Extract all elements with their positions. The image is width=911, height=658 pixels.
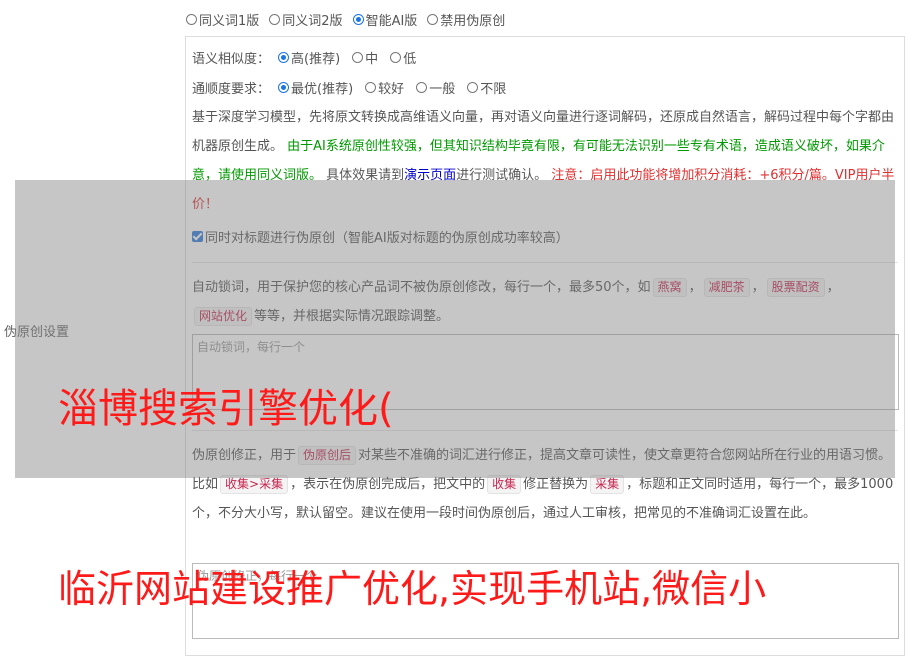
option-label: 中 — [365, 52, 379, 67]
option-label: 最优(推荐) — [291, 82, 354, 97]
fix-text: 修正替换为 — [523, 477, 589, 492]
version-label: 智能AI版 — [365, 14, 418, 29]
version-label: 同义词1版 — [199, 14, 260, 29]
version-options: 同义词1版 同义词2版 智能AI版 禁用伪原创 — [186, 10, 505, 29]
similarity-mid[interactable]: 中 — [352, 48, 378, 67]
similarity-high[interactable]: 高(推荐) — [278, 48, 340, 67]
radio-icon[interactable] — [278, 82, 290, 93]
fluency-good[interactable]: 较好 — [365, 78, 404, 97]
fix-text: ，表示在伪原创完成后，把文中的 — [290, 477, 486, 492]
version-label: 禁用伪原创 — [440, 14, 506, 29]
version-ai[interactable]: 智能AI版 — [352, 10, 418, 29]
version-label: 同义词2版 — [282, 14, 343, 29]
option-label: 低 — [403, 52, 417, 67]
radio-icon[interactable] — [269, 14, 281, 25]
similarity-low[interactable]: 低 — [390, 48, 416, 67]
radio-icon[interactable] — [390, 52, 402, 63]
option-label: 不限 — [480, 82, 507, 97]
option-label: 高(推荐) — [291, 52, 341, 67]
radio-icon[interactable] — [365, 82, 377, 93]
radio-icon[interactable] — [352, 14, 364, 25]
radio-icon[interactable] — [352, 52, 364, 63]
radio-icon[interactable] — [186, 14, 197, 25]
radio-icon[interactable] — [467, 82, 479, 93]
watermark-text: 临沂网站建设推广优化,实现手机站,微信小 — [58, 567, 767, 611]
radio-icon[interactable] — [278, 52, 290, 63]
similarity-label: 语义相似度： — [192, 52, 271, 67]
option-label: 较好 — [378, 82, 405, 97]
fluency-label: 通顺度要求： — [192, 82, 271, 97]
option-label: 一般 — [429, 82, 456, 97]
version-synonym-1[interactable]: 同义词1版 — [186, 10, 259, 29]
version-synonym-2[interactable]: 同义词2版 — [269, 10, 343, 29]
version-disable[interactable]: 禁用伪原创 — [427, 10, 505, 29]
radio-icon[interactable] — [427, 14, 439, 25]
similarity-row: 语义相似度： 高(推荐) 中 低 — [192, 48, 416, 67]
fluency-row: 通顺度要求： 最优(推荐) 较好 一般 不限 — [192, 78, 506, 97]
watermark-text: 淄博搜索引擎优化( — [58, 386, 394, 432]
radio-icon[interactable] — [416, 82, 428, 93]
fluency-normal[interactable]: 一般 — [416, 78, 455, 97]
fluency-best[interactable]: 最优(推荐) — [278, 78, 353, 97]
fluency-any[interactable]: 不限 — [467, 78, 506, 97]
